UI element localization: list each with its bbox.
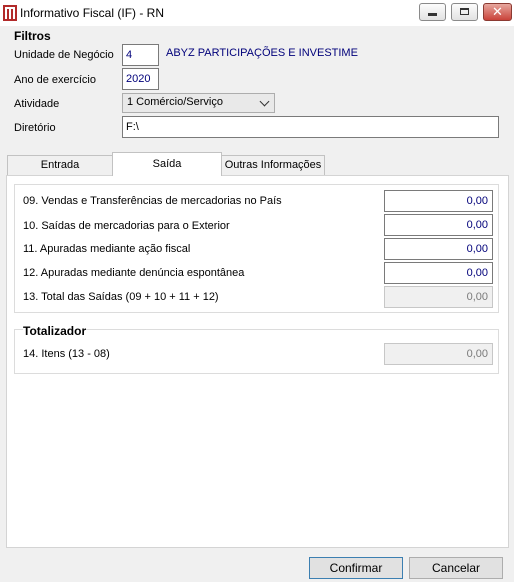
atividade-select[interactable]: 1 Comércio/Serviço — [122, 93, 275, 113]
window-title: Informativo Fiscal (IF) - RN — [20, 6, 165, 20]
ano-label: Ano de exercício — [14, 74, 96, 86]
row-12-label: 12. Apuradas mediante denúncia espontâne… — [23, 267, 245, 279]
row-11-label: 11. Apuradas mediante ação fiscal — [23, 243, 191, 255]
row-14-label: 14. Itens (13 - 08) — [23, 348, 110, 360]
unidade-name: ABYZ PARTICIPAÇÕES E INVESTIME — [166, 47, 358, 59]
row-12-input[interactable]: 0,00 — [384, 262, 493, 284]
maximize-button[interactable] — [451, 3, 478, 21]
close-icon: ✕ — [492, 4, 503, 19]
unidade-input[interactable]: 4 — [122, 44, 159, 66]
title-bar: Informativo Fiscal (IF) - RN ✕ — [0, 0, 514, 26]
minimize-icon — [428, 13, 437, 16]
cancel-button[interactable]: Cancelar — [409, 557, 503, 579]
minimize-button[interactable] — [419, 3, 446, 21]
row-11-input[interactable]: 0,00 — [384, 238, 493, 260]
row-09-label: 09. Vendas e Transferências de mercadori… — [23, 195, 282, 207]
atividade-label: Atividade — [14, 98, 60, 110]
diretorio-label: Diretório — [14, 122, 56, 134]
ano-input[interactable]: 2020 — [122, 68, 159, 90]
row-13-total-field: 0,00 — [384, 286, 493, 308]
row-09-input[interactable]: 0,00 — [384, 190, 493, 212]
filtros-title: Filtros — [14, 29, 51, 43]
row-13-label: 13. Total das Saídas (09 + 10 + 11 + 12) — [23, 291, 219, 303]
row-10-input[interactable]: 0,00 — [384, 214, 493, 236]
row-10-label: 10. Saídas de mercadorias para o Exterio… — [23, 220, 230, 232]
totalizador-title: Totalizador — [23, 324, 87, 338]
unidade-label: Unidade de Negócio — [14, 49, 114, 61]
row-14-field: 0,00 — [384, 343, 493, 365]
chevron-down-icon — [259, 96, 270, 107]
diretorio-input[interactable]: F:\ — [122, 116, 499, 138]
app-logo-icon — [3, 5, 17, 21]
maximize-icon — [460, 8, 469, 15]
confirm-button[interactable]: Confirmar — [309, 557, 403, 579]
tab-saida[interactable]: Saída — [112, 152, 222, 176]
close-button[interactable]: ✕ — [483, 3, 512, 21]
tab-outras-informacoes[interactable]: Outras Informações — [221, 155, 325, 175]
atividade-value: 1 Comércio/Serviço — [127, 96, 223, 108]
tab-entrada[interactable]: Entrada — [7, 155, 113, 175]
